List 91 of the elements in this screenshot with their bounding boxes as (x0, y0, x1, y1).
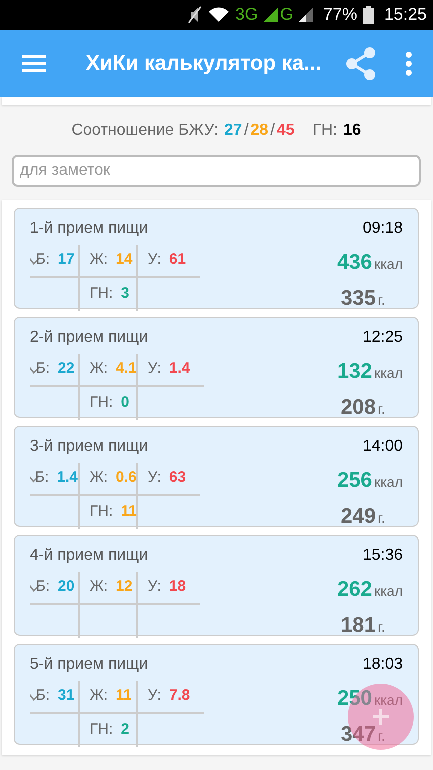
meal-time: 14:00 (362, 437, 403, 457)
protein-label: Б: (36, 577, 50, 598)
fat-label: Ж: (90, 468, 108, 488)
fat-label: Ж: (90, 359, 108, 380)
kcal-unit: ккал (374, 255, 403, 274)
protein-label: Б: (36, 250, 50, 270)
carbs-label: У: (148, 250, 162, 270)
meal-time: 12:25 (362, 328, 403, 348)
plus-icon (373, 709, 389, 725)
fat-label: Ж: (90, 250, 108, 270)
meal-title: 1-й прием пищи (30, 219, 150, 239)
fat-value: 14 (116, 250, 133, 270)
gn-value: 11 (121, 502, 137, 522)
fat-value: 4.1 (116, 359, 137, 380)
meal-card[interactable]: 4-й прием пищи Б: 20 Ж: 12 У: 18 15:36 262 ккал 181 г. (14, 535, 419, 636)
carbs-value: 61 (169, 250, 186, 270)
grams-unit: г. (378, 290, 386, 310)
meal-time: 15:36 (362, 546, 403, 566)
fat-value: 12 (116, 577, 133, 598)
fat-ratio: 28 (250, 121, 269, 141)
meal-time: 18:03 (362, 655, 403, 675)
meal-card[interactable]: 3-й прием пищи Б: 1.4 Ж: 0.6 У: 63 ГН: 11 14:00 256 ккал 249 г. (14, 426, 419, 527)
fat-value: 11 (116, 686, 132, 706)
app-title: ХиКи калькулятор ка... (86, 50, 322, 77)
carbs-ratio: 45 (277, 121, 295, 141)
kcal-unit: ккал (374, 691, 403, 710)
kcal-value: 262 (337, 577, 372, 603)
meal-title: 2-й прием пищи (30, 328, 150, 348)
battery-percent: 77% (323, 4, 358, 26)
grams-value: 335 (341, 286, 376, 312)
protein-value: 22 (58, 359, 75, 380)
gn-label: ГН: (90, 502, 114, 522)
fat-label: Ж: (90, 577, 108, 598)
signal-icon (264, 8, 278, 22)
gn-total: 16 (343, 121, 362, 141)
carbs-value: 7.8 (169, 686, 190, 706)
fat-value: 0.6 (116, 468, 137, 488)
kcal-value: 436 (337, 250, 372, 276)
protein-value: 1.4 (57, 468, 78, 488)
separator: / (244, 121, 249, 141)
meal-time: 09:18 (362, 219, 403, 239)
meal-title: 5-й прием пищи (30, 655, 150, 675)
grams-value: 249 (341, 504, 376, 530)
protein-value: 17 (58, 250, 75, 270)
meal-card[interactable]: 2-й прием пищи Б: 22 Ж: 4.1 У: 1.4 ГН: 0 12:25 132 ккал 208 г. (14, 317, 419, 418)
carbs-label: У: (148, 686, 162, 706)
grams-unit: г. (378, 508, 386, 528)
clock: 15:25 (384, 4, 427, 26)
kcal-value: 256 (337, 468, 372, 494)
carbs-label: У: (148, 468, 162, 488)
carbs-value: 63 (169, 468, 186, 488)
kcal-unit: ккал (374, 364, 403, 383)
gn-label: ГН: (90, 720, 114, 740)
signal-icon (299, 8, 314, 22)
gn-value: 0 (121, 393, 130, 414)
notes-field[interactable]: для заметок (12, 155, 421, 187)
wifi-icon (208, 7, 230, 23)
grams-unit: г. (378, 726, 386, 746)
gn-value: 2 (121, 720, 130, 740)
gn-label: ГН: (90, 284, 114, 304)
gn-label: ГН: (312, 121, 338, 141)
grams-unit: г. (378, 400, 386, 418)
meal-card[interactable]: 1-й прием пищи Б: 17 Ж: 14 У: 61 ГН: 3 09:18 436 ккал 335 г. (14, 208, 419, 309)
fat-label: Ж: (90, 686, 108, 706)
more-icon[interactable] (405, 52, 415, 76)
kcal-unit: ккал (374, 582, 403, 601)
meal-title: 4-й прием пищи (30, 546, 150, 566)
battery-icon (363, 6, 374, 24)
protein-value: 31 (58, 686, 75, 706)
ratio-label: Соотношение БЖУ: (72, 121, 219, 141)
kcal-unit: ккал (374, 473, 403, 492)
kcal-value: 132 (337, 359, 372, 385)
protein-label: Б: (36, 359, 50, 380)
protein-label: Б: (35, 468, 50, 488)
protein-label: Б: (36, 686, 50, 706)
network-label: 3G (236, 4, 258, 26)
carbs-value: 1.4 (169, 359, 190, 380)
carbs-label: У: (148, 577, 162, 598)
gn-value: 3 (121, 284, 130, 304)
network-label: G (280, 4, 294, 26)
separator: / (270, 121, 276, 141)
gn-label: ГН: (90, 393, 114, 414)
carbs-value: 18 (169, 577, 186, 598)
grams-unit: г. (378, 618, 386, 636)
meal-title: 3-й прием пищи (30, 437, 150, 457)
protein-value: 20 (58, 577, 75, 598)
grams-value: 181 (341, 612, 376, 638)
protein-ratio: 27 (224, 121, 242, 141)
grams-value: 208 (341, 394, 376, 420)
mute-icon (188, 6, 202, 24)
carbs-label: У: (148, 359, 162, 380)
